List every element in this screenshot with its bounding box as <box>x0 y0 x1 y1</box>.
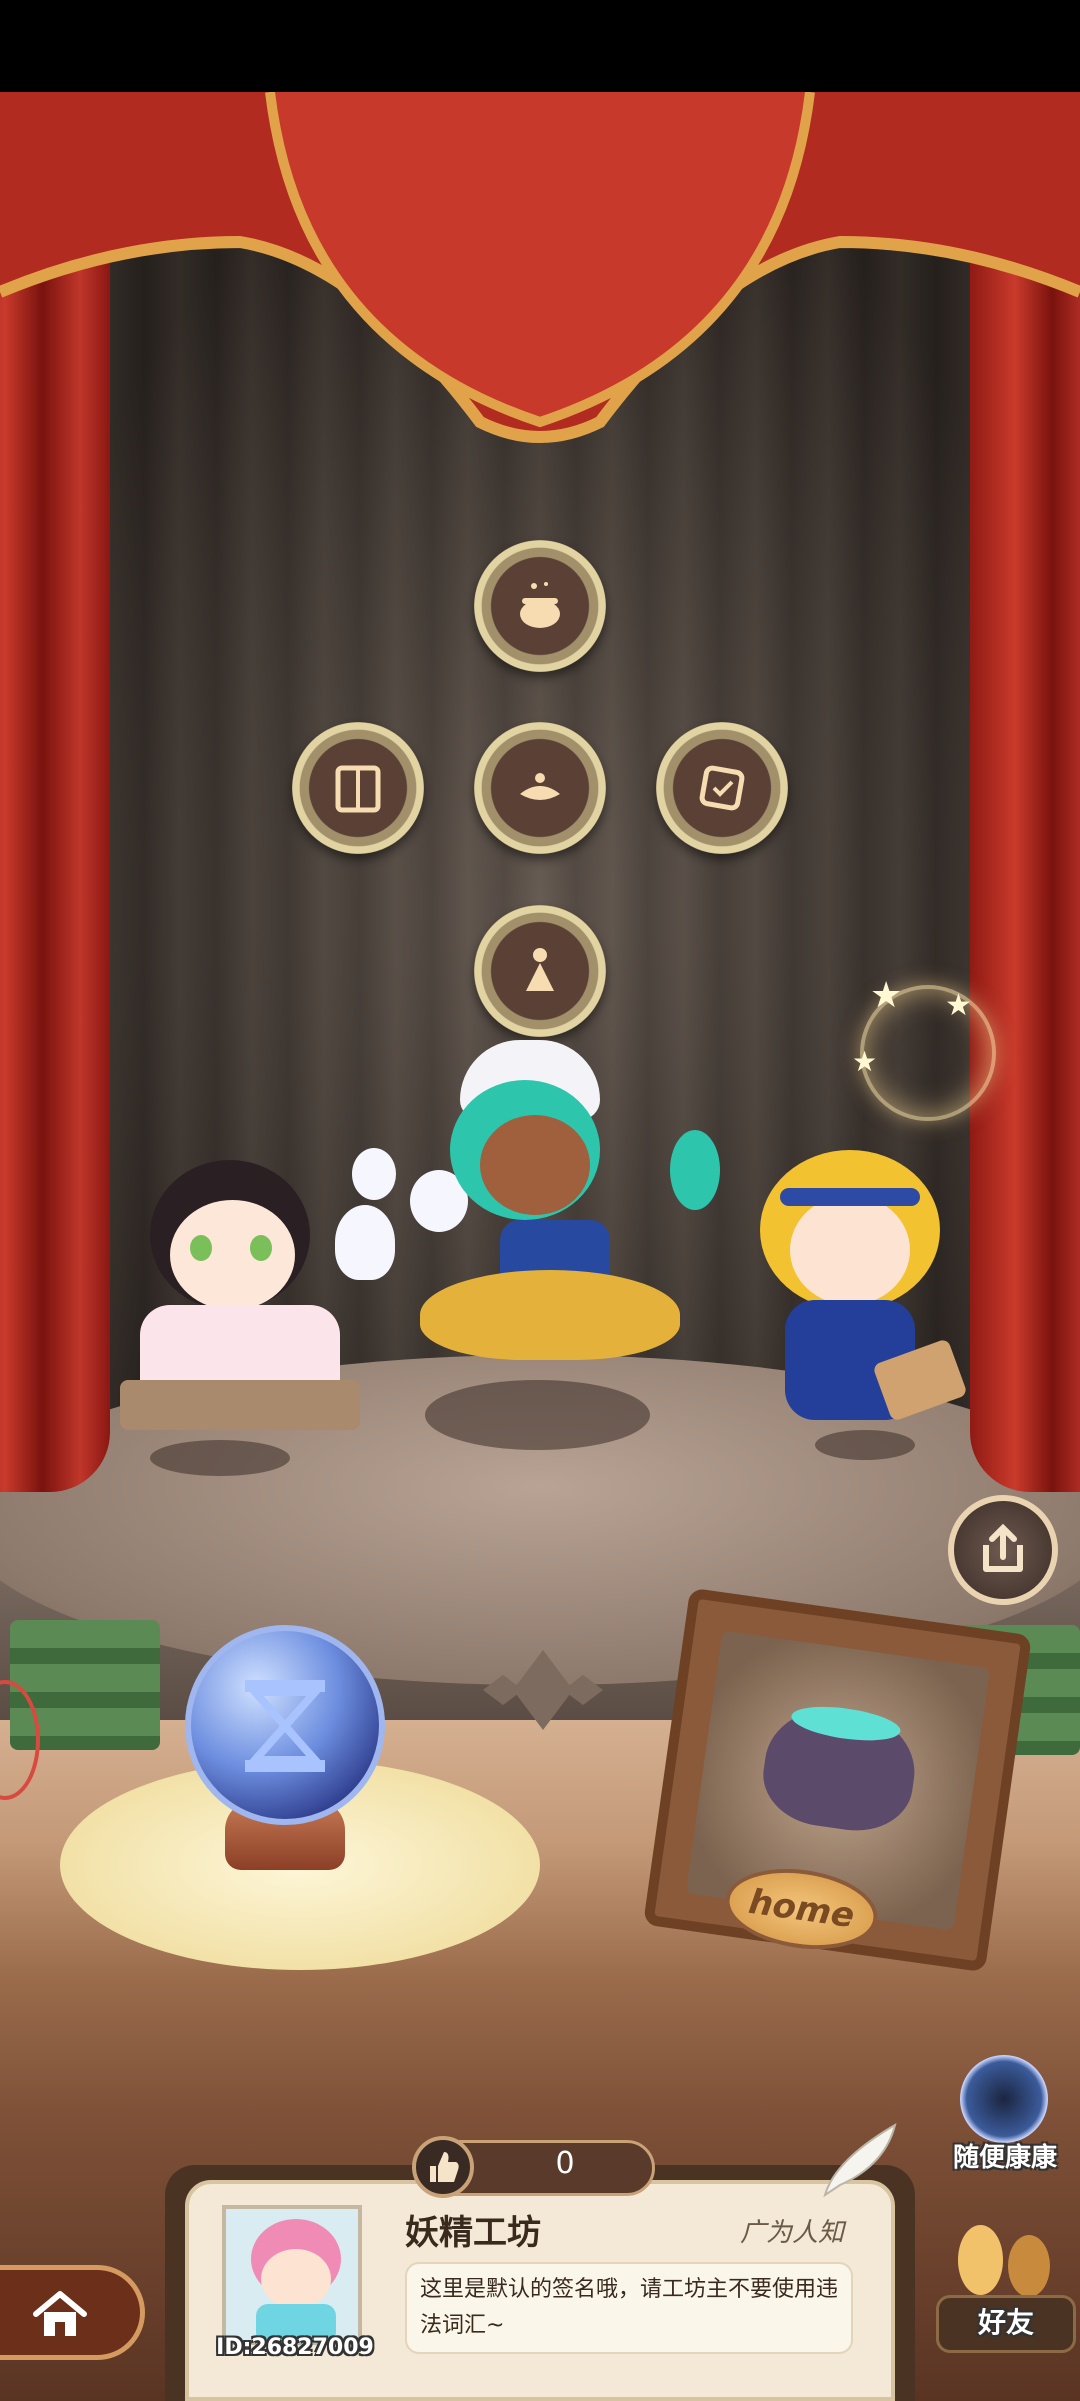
character-girl-left[interactable] <box>110 1140 370 1450</box>
stage-ornament <box>483 1650 603 1730</box>
character-genie-center[interactable] <box>420 1020 720 1400</box>
avatar[interactable] <box>222 2205 362 2345</box>
curtain-valance <box>0 92 1080 443</box>
share-icon <box>983 1523 1023 1572</box>
fame-rank: 广为人知 <box>740 2218 845 2248</box>
figure-skill-button[interactable] <box>474 905 606 1037</box>
thumbs-up-icon <box>430 2152 459 2182</box>
avatar-face <box>261 2249 331 2309</box>
top-bar <box>0 0 1080 92</box>
home-button[interactable] <box>0 2265 145 2360</box>
cauldron-icon <box>520 582 560 628</box>
ghost-icon <box>352 1148 396 1200</box>
friend-figure-icon <box>1008 2235 1050 2297</box>
friends-label: 好友 <box>977 2306 1034 2339</box>
hourglass-icon <box>245 1680 325 1772</box>
lamp-icon <box>520 773 560 800</box>
scroll-skill-button[interactable] <box>656 722 788 854</box>
workshop-name: 妖精工坊 <box>405 2213 541 2253</box>
random-visit-button[interactable]: 随便康康 <box>940 2055 1070 2185</box>
user-id: ID:26827009 <box>216 2335 374 2360</box>
character-blonde-right[interactable] <box>740 1140 980 1440</box>
friend-figure-icon <box>958 2225 1003 2295</box>
cauldron-skill-button[interactable] <box>474 540 606 672</box>
figure-icon <box>526 948 554 991</box>
crystal-ball-button[interactable] <box>185 1625 385 1825</box>
star-icon: ★ <box>870 975 903 1016</box>
ghost-icon <box>335 1205 395 1280</box>
portal-icon <box>960 2055 1048 2143</box>
book-icon <box>335 765 381 813</box>
scroll-icon <box>699 765 745 811</box>
book-skill-button[interactable] <box>292 722 424 854</box>
star-icon: ★ <box>852 1045 878 1078</box>
home-icon <box>33 2291 87 2336</box>
lamp-skill-button[interactable] <box>474 722 606 854</box>
like-button[interactable] <box>412 2136 474 2198</box>
quill-icon <box>823 2122 897 2198</box>
star-icon: ★ <box>945 988 972 1023</box>
share-button[interactable] <box>948 1495 1058 1605</box>
signature-text: 这里是默认的签名哦，请工坊主不要使用违法词汇~ <box>420 2277 839 2338</box>
friends-button[interactable]: 好友 <box>928 2215 1080 2365</box>
like-count: 0 <box>555 2146 575 2181</box>
random-visit-label: 随便康康 <box>952 2143 1057 2173</box>
